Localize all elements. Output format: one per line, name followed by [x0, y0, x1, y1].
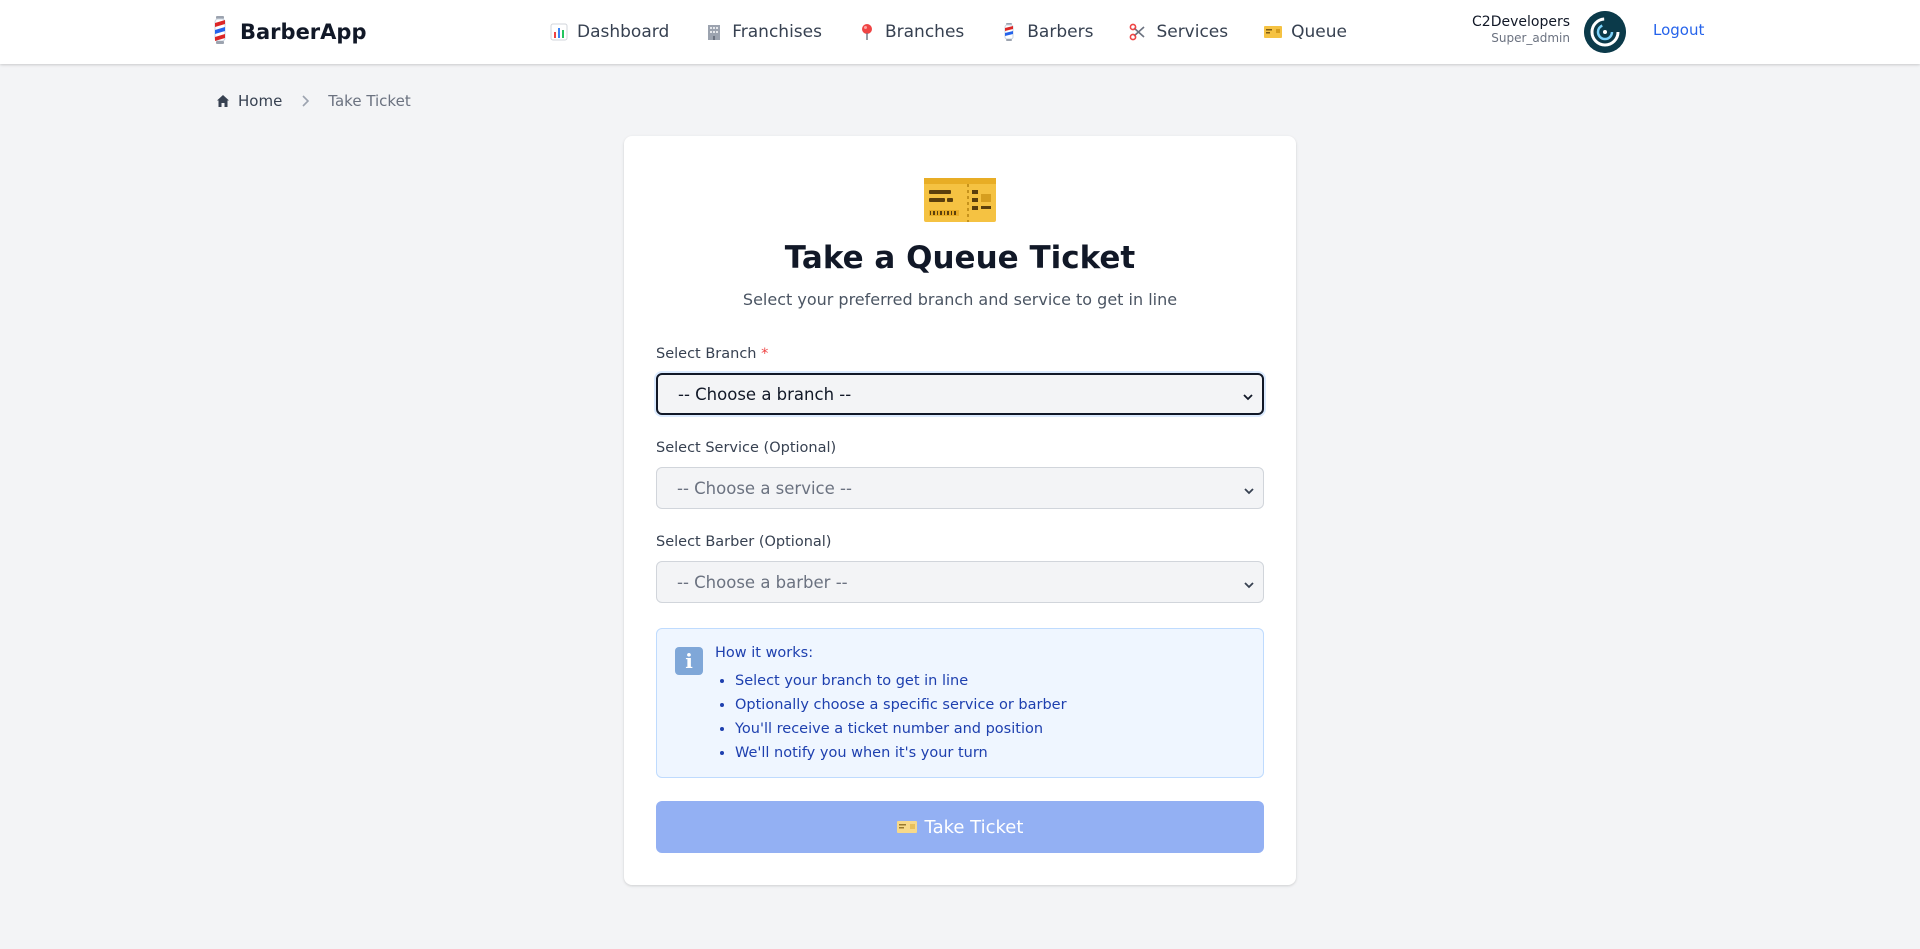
barber-pole-icon [212, 16, 228, 48]
page-title: Take a Queue Ticket [784, 240, 1136, 276]
main-nav: Dashboard Franchises Branches Barbers Se… [540, 0, 1357, 64]
bar-chart-icon [550, 23, 568, 41]
page-subtitle: Select your preferred branch and service… [742, 290, 1178, 309]
chevron-down-icon [1242, 388, 1254, 401]
required-mark: * [761, 346, 769, 362]
chevron-right-icon [300, 95, 310, 107]
brand-link[interactable]: BarberApp [212, 16, 366, 48]
nav-branches[interactable]: Branches [848, 0, 974, 64]
nav-label: Dashboard [577, 22, 670, 42]
branch-select-value: -- Choose a branch -- [678, 384, 852, 404]
info-icon: i [675, 647, 703, 675]
ticket-icon [924, 176, 996, 224]
barber-pole-icon [1000, 23, 1018, 41]
nav-queue[interactable]: Queue [1254, 0, 1357, 64]
ticket-icon [896, 820, 917, 834]
ticket-icon [1264, 23, 1283, 41]
list-item: Select your branch to get in line [735, 669, 1067, 693]
barber-select-value: -- Choose a barber -- [677, 572, 848, 592]
take-ticket-button[interactable]: Take Ticket [656, 801, 1264, 853]
info-list: Select your branch to get in line Option… [735, 669, 1067, 765]
breadcrumb-home[interactable]: Home [216, 92, 282, 110]
chevron-down-icon [1243, 576, 1255, 589]
office-building-icon [705, 23, 723, 41]
nav-services[interactable]: Services [1119, 0, 1238, 64]
nav-dashboard[interactable]: Dashboard [540, 0, 679, 64]
branch-label: Select Branch * [656, 346, 768, 362]
user-name: C2Developers [1472, 14, 1570, 30]
nav-label: Barbers [1027, 22, 1094, 42]
list-item: We'll notify you when it's your turn [735, 741, 1067, 765]
nav-label: Branches [884, 22, 965, 42]
top-navbar: BarberApp Dashboard Franchises Branches … [0, 0, 1920, 64]
user-role: Super_admin [1491, 31, 1570, 46]
nav-label: Franchises [732, 22, 822, 42]
brand-name: BarberApp [240, 20, 367, 44]
user-info: C2Developers Super_admin [1472, 14, 1570, 46]
breadcrumb-home-label: Home [238, 92, 283, 110]
service-label: Select Service (Optional) [656, 440, 837, 456]
logout-link[interactable]: Logout [1653, 21, 1704, 39]
service-select[interactable]: -- Choose a service -- [656, 467, 1264, 509]
breadcrumb-current: Take Ticket [328, 92, 411, 110]
home-icon [216, 94, 230, 108]
branch-label-text: Select Branch [656, 346, 757, 362]
nav-barbers[interactable]: Barbers [990, 0, 1103, 64]
nav-franchises[interactable]: Franchises [695, 0, 832, 64]
avatar[interactable] [1584, 11, 1626, 53]
branch-select[interactable]: -- Choose a branch -- [656, 373, 1264, 415]
breadcrumb: Home Take Ticket [216, 91, 411, 111]
barber-select[interactable]: -- Choose a barber -- [656, 561, 1264, 603]
service-select-value: -- Choose a service -- [677, 478, 852, 498]
map-pin-icon [858, 23, 876, 41]
scissors-icon [1129, 23, 1147, 41]
list-item: You'll receive a ticket number and posit… [735, 717, 1067, 741]
info-title: How it works: [715, 645, 814, 661]
take-ticket-label: Take Ticket [924, 816, 1024, 838]
take-ticket-card: Take a Queue Ticket Select your preferre… [624, 136, 1296, 885]
how-it-works-box: i How it works: Select your branch to ge… [656, 628, 1264, 778]
nav-label: Services [1156, 22, 1229, 42]
list-item: Optionally choose a specific service or … [735, 693, 1067, 717]
chevron-down-icon [1243, 482, 1255, 495]
nav-label: Queue [1291, 22, 1347, 42]
barber-label: Select Barber (Optional) [656, 534, 832, 550]
